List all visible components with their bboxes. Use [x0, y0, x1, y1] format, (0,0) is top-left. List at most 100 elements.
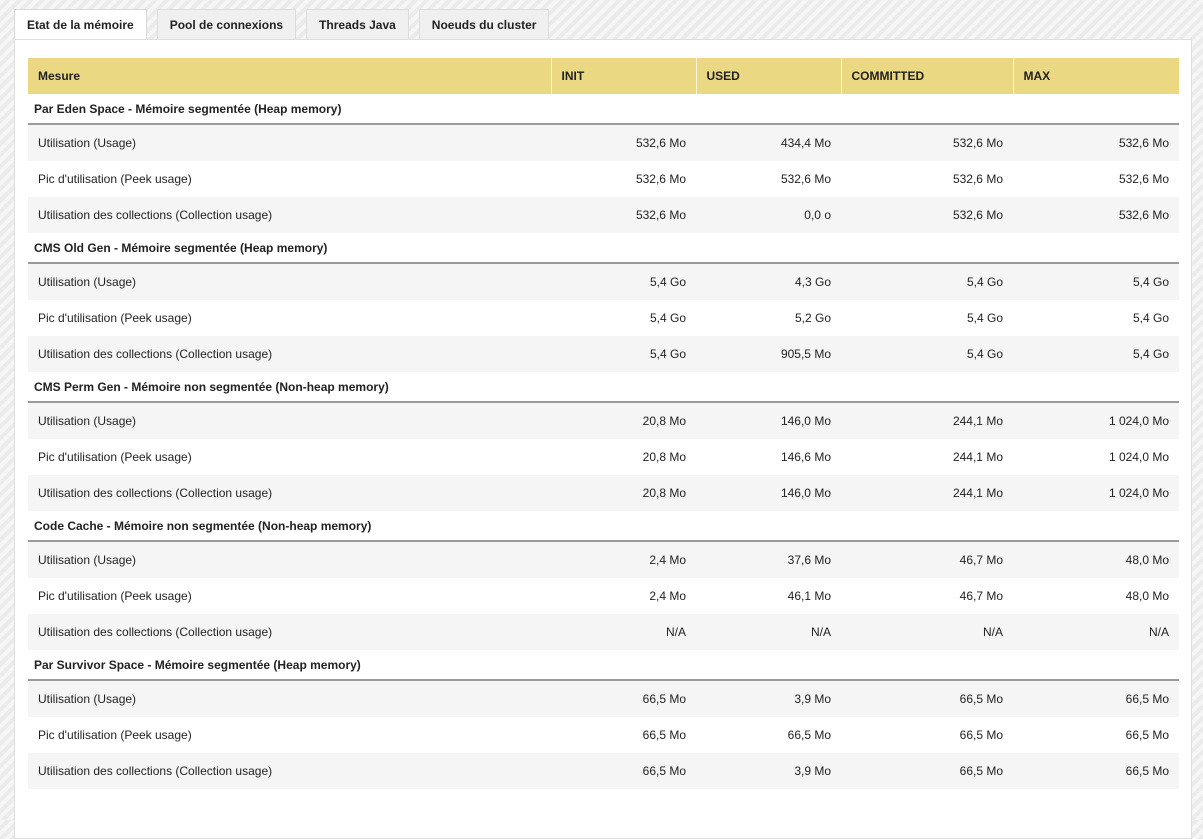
table-row: Utilisation (Usage) 5,4 Go 4,3 Go 5,4 Go… — [28, 263, 1179, 300]
table-row: Utilisation des collections (Collection … — [28, 336, 1179, 372]
column-header-max[interactable]: MAX — [1013, 58, 1179, 94]
cell-committed: N/A — [841, 614, 1013, 650]
cell-init: 66,5 Mo — [551, 717, 696, 753]
row-label: Utilisation des collections (Collection … — [28, 197, 551, 233]
cell-committed: 244,1 Mo — [841, 402, 1013, 439]
cell-init: 5,4 Go — [551, 336, 696, 372]
column-header-measure[interactable]: Mesure — [28, 58, 552, 94]
cell-committed: 46,7 Mo — [841, 578, 1013, 614]
table-row: Utilisation (Usage) 20,8 Mo 146,0 Mo 244… — [28, 402, 1179, 439]
cell-init: 20,8 Mo — [551, 439, 696, 475]
tab-cluster-nodes[interactable]: Noeuds du cluster — [418, 9, 550, 39]
cell-used: 434,4 Mo — [696, 124, 841, 161]
tab-java-threads[interactable]: Threads Java — [306, 9, 409, 39]
group-header-row: Par Survivor Space - Mémoire segmentée (… — [28, 650, 1179, 681]
cell-committed: 532,6 Mo — [841, 124, 1013, 161]
cell-max: 1 024,0 Mo — [1013, 439, 1179, 475]
cell-used: 532,6 Mo — [696, 161, 841, 197]
cell-committed: 244,1 Mo — [841, 475, 1013, 511]
cell-used: 146,0 Mo — [696, 475, 841, 511]
header-row: Mesure INIT USED COMMITTED MAX — [28, 58, 1179, 94]
cell-init: 5,4 Go — [551, 263, 696, 300]
cell-init: 532,6 Mo — [551, 124, 696, 161]
row-label: Utilisation (Usage) — [28, 680, 551, 717]
tab-panel: Mesure INIT USED COMMITTED MAX Par Eden … — [14, 39, 1192, 839]
table-row: Utilisation (Usage) 532,6 Mo 434,4 Mo 53… — [28, 124, 1179, 161]
group-header-row: Par Eden Space - Mémoire segmentée (Heap… — [28, 94, 1179, 125]
cell-used: 5,2 Go — [696, 300, 841, 336]
cell-committed: 66,5 Mo — [841, 717, 1013, 753]
cell-max: 532,6 Mo — [1013, 124, 1179, 161]
group-title: CMS Old Gen - Mémoire segmentée (Heap me… — [28, 233, 1179, 264]
cell-init: N/A — [551, 614, 696, 650]
cell-used: 37,6 Mo — [696, 541, 841, 578]
cell-used: 46,1 Mo — [696, 578, 841, 614]
table-row: Pic d'utilisation (Peek usage) 2,4 Mo 46… — [28, 578, 1179, 614]
tab-connection-pool[interactable]: Pool de connexions — [156, 9, 297, 39]
cell-used: 146,0 Mo — [696, 402, 841, 439]
cell-committed: 5,4 Go — [841, 263, 1013, 300]
cell-max: 5,4 Go — [1013, 263, 1179, 300]
table-row: Pic d'utilisation (Peek usage) 66,5 Mo 6… — [28, 717, 1179, 753]
cell-init: 2,4 Mo — [551, 541, 696, 578]
group-header-row: CMS Perm Gen - Mémoire non segmentée (No… — [28, 372, 1179, 403]
cell-init: 66,5 Mo — [551, 680, 696, 717]
row-label: Pic d'utilisation (Peek usage) — [28, 300, 551, 336]
group-title: Par Survivor Space - Mémoire segmentée (… — [28, 650, 1179, 681]
column-header-used[interactable]: USED — [696, 58, 842, 94]
tab-bar: Etat de la mémoire Pool de connexions Th… — [14, 9, 550, 40]
cell-max: 66,5 Mo — [1013, 680, 1179, 717]
table-row: Pic d'utilisation (Peek usage) 20,8 Mo 1… — [28, 439, 1179, 475]
cell-max: 5,4 Go — [1013, 300, 1179, 336]
row-label: Utilisation des collections (Collection … — [28, 475, 551, 511]
table-row: Utilisation (Usage) 2,4 Mo 37,6 Mo 46,7 … — [28, 541, 1179, 578]
row-label: Utilisation (Usage) — [28, 124, 551, 161]
row-label: Utilisation (Usage) — [28, 402, 551, 439]
cell-max: 532,6 Mo — [1013, 161, 1179, 197]
row-label: Utilisation des collections (Collection … — [28, 336, 551, 372]
table-row: Utilisation des collections (Collection … — [28, 197, 1179, 233]
table-row: Utilisation des collections (Collection … — [28, 475, 1179, 511]
memory-table: Mesure INIT USED COMMITTED MAX Par Eden … — [28, 58, 1179, 789]
group-header-row: Code Cache - Mémoire non segmentée (Non-… — [28, 511, 1179, 542]
column-header-init[interactable]: INIT — [551, 58, 697, 94]
cell-max: 48,0 Mo — [1013, 578, 1179, 614]
group-header-row: CMS Old Gen - Mémoire segmentée (Heap me… — [28, 233, 1179, 264]
row-label: Pic d'utilisation (Peek usage) — [28, 439, 551, 475]
table-row: Utilisation des collections (Collection … — [28, 753, 1179, 789]
row-label: Utilisation (Usage) — [28, 541, 551, 578]
cell-init: 20,8 Mo — [551, 402, 696, 439]
tab-memory-state[interactable]: Etat de la mémoire — [14, 9, 147, 40]
cell-init: 532,6 Mo — [551, 197, 696, 233]
column-header-committed[interactable]: COMMITTED — [841, 58, 1014, 94]
table-row: Utilisation des collections (Collection … — [28, 614, 1179, 650]
cell-max: 66,5 Mo — [1013, 717, 1179, 753]
cell-used: 3,9 Mo — [696, 753, 841, 789]
row-label: Utilisation (Usage) — [28, 263, 551, 300]
cell-committed: 46,7 Mo — [841, 541, 1013, 578]
cell-committed: 532,6 Mo — [841, 197, 1013, 233]
row-label: Utilisation des collections (Collection … — [28, 614, 551, 650]
cell-init: 20,8 Mo — [551, 475, 696, 511]
row-label: Pic d'utilisation (Peek usage) — [28, 161, 551, 197]
cell-committed: 66,5 Mo — [841, 680, 1013, 717]
row-label: Pic d'utilisation (Peek usage) — [28, 717, 551, 753]
cell-used: 66,5 Mo — [696, 717, 841, 753]
cell-init: 532,6 Mo — [551, 161, 696, 197]
cell-max: 66,5 Mo — [1013, 753, 1179, 789]
row-label: Utilisation des collections (Collection … — [28, 753, 551, 789]
group-title: Par Eden Space - Mémoire segmentée (Heap… — [28, 94, 1179, 125]
table-row: Pic d'utilisation (Peek usage) 532,6 Mo … — [28, 161, 1179, 197]
cell-used: 146,6 Mo — [696, 439, 841, 475]
table-row: Utilisation (Usage) 66,5 Mo 3,9 Mo 66,5 … — [28, 680, 1179, 717]
cell-used: 0,0 o — [696, 197, 841, 233]
cell-init: 2,4 Mo — [551, 578, 696, 614]
cell-committed: 66,5 Mo — [841, 753, 1013, 789]
cell-committed: 5,4 Go — [841, 336, 1013, 372]
cell-init: 66,5 Mo — [551, 753, 696, 789]
cell-max: 1 024,0 Mo — [1013, 402, 1179, 439]
cell-used: 3,9 Mo — [696, 680, 841, 717]
group-title: CMS Perm Gen - Mémoire non segmentée (No… — [28, 372, 1179, 403]
cell-max: 5,4 Go — [1013, 336, 1179, 372]
cell-committed: 244,1 Mo — [841, 439, 1013, 475]
